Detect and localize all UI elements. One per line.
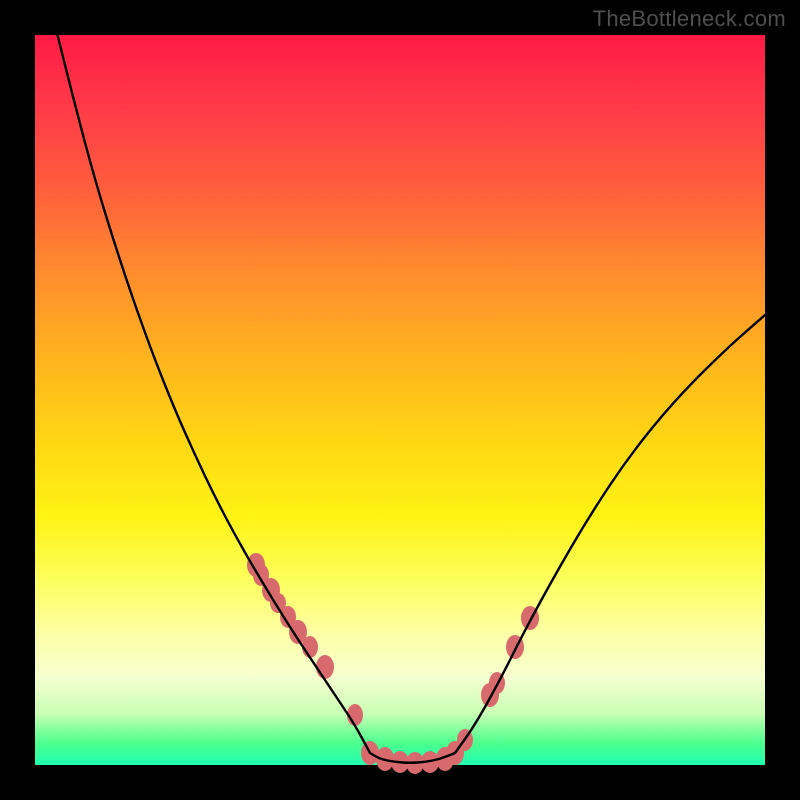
plot-area <box>35 35 765 765</box>
watermark-text: TheBottleneck.com <box>593 6 786 32</box>
marker-group <box>247 553 539 774</box>
chart-svg <box>35 35 765 765</box>
bottleneck-curve <box>55 25 765 763</box>
chart-frame: TheBottleneck.com <box>0 0 800 800</box>
data-marker <box>316 655 334 679</box>
